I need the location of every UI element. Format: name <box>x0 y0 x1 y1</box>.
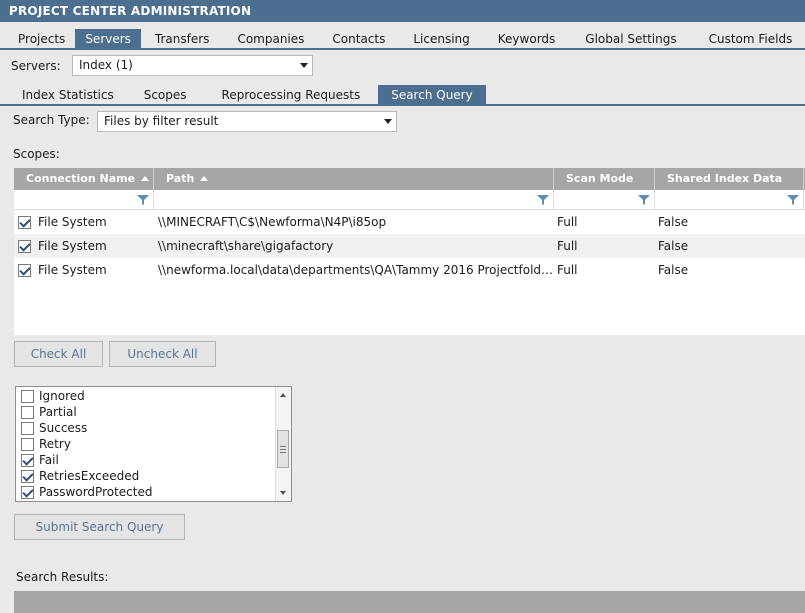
scroll-up-icon[interactable] <box>280 393 286 397</box>
sub-tab-underline <box>0 104 805 106</box>
filter-icon[interactable] <box>787 194 799 206</box>
row-checkbox[interactable] <box>18 216 31 229</box>
scroll-down-icon[interactable] <box>280 491 286 495</box>
tab-custom-fields[interactable]: Custom Fields <box>693 29 805 49</box>
search-results-label: Search Results: <box>16 570 109 584</box>
filter-scan-mode[interactable] <box>554 190 655 209</box>
chevron-down-icon <box>300 63 308 68</box>
tab-companies[interactable]: Companies <box>223 29 318 49</box>
grid-header: Connection Name Path Scan Mode Shared In… <box>14 168 805 190</box>
list-item[interactable]: RetriesExceeded <box>16 468 291 484</box>
status-checkbox[interactable] <box>21 421 34 435</box>
list-item[interactable]: Fail <box>16 452 291 468</box>
tab-contacts[interactable]: Contacts <box>318 29 399 49</box>
main-tab-bar: Projects Servers Transfers Companies Con… <box>8 29 805 49</box>
tab-global-settings[interactable]: Global Settings <box>569 29 692 49</box>
table-row[interactable]: File System \\minecraft\share\gigafactor… <box>14 234 805 258</box>
tab-reprocessing-requests[interactable]: Reprocessing Requests <box>204 85 379 105</box>
tab-index-statistics[interactable]: Index Statistics <box>9 85 127 105</box>
list-item[interactable]: Partial <box>16 404 291 420</box>
shared-index-cell: False <box>658 215 689 229</box>
sort-ascending-icon <box>200 176 209 181</box>
connection-name-cell: File System <box>38 239 107 253</box>
chevron-down-icon <box>384 119 392 124</box>
list-item[interactable]: Success <box>16 420 291 436</box>
connection-name-cell: File System <box>38 215 107 229</box>
status-checkbox[interactable] <box>21 485 34 499</box>
scan-mode-cell: Full <box>557 215 578 229</box>
tab-scopes[interactable]: Scopes <box>127 85 204 105</box>
tab-projects[interactable]: Projects <box>8 29 75 49</box>
filter-icon[interactable] <box>638 194 650 206</box>
search-type-dropdown[interactable]: Files by filter result <box>97 111 397 132</box>
tab-licensing[interactable]: Licensing <box>399 29 483 49</box>
grid-filter-row <box>14 190 805 210</box>
sort-ascending-icon <box>141 176 150 181</box>
scopes-grid: Connection Name Path Scan Mode Shared In… <box>14 168 805 335</box>
tab-transfers[interactable]: Transfers <box>141 29 224 49</box>
check-all-button[interactable]: Check All <box>14 341 103 367</box>
list-item[interactable]: Ignored <box>16 388 291 404</box>
path-cell: \\newforma.local\data\departments\QA\Tam… <box>158 263 554 277</box>
status-checkbox[interactable] <box>21 469 34 483</box>
servers-dropdown-value: Index (1) <box>79 58 133 72</box>
table-row[interactable]: File System \\newforma.local\data\depart… <box>14 258 805 282</box>
search-type-value: Files by filter result <box>104 114 219 128</box>
servers-dropdown[interactable]: Index (1) <box>72 55 313 76</box>
shared-index-cell: False <box>658 263 689 277</box>
submit-search-query-button[interactable]: Submit Search Query <box>14 514 185 540</box>
scroll-thumb[interactable] <box>277 430 289 468</box>
search-type-label: Search Type: <box>13 113 90 127</box>
list-item[interactable]: PasswordProtected <box>16 484 291 500</box>
column-scan-mode[interactable]: Scan Mode <box>554 168 655 190</box>
column-connection-name[interactable]: Connection Name <box>14 168 154 190</box>
list-item[interactable]: Retry <box>16 436 291 452</box>
scan-mode-cell: Full <box>557 263 578 277</box>
filter-shared-index-data[interactable] <box>655 190 804 209</box>
filter-connection-name[interactable] <box>14 190 154 209</box>
uncheck-all-button[interactable]: Uncheck All <box>109 341 216 367</box>
row-checkbox[interactable] <box>18 240 31 253</box>
status-filter-list[interactable]: Ignored Partial Success Retry Fail Retri… <box>15 386 292 502</box>
connection-name-cell: File System <box>38 263 107 277</box>
main-tab-underline <box>0 48 805 50</box>
column-shared-index-data[interactable]: Shared Index Data <box>655 168 804 190</box>
search-results-header <box>14 591 805 613</box>
row-checkbox[interactable] <box>18 264 31 277</box>
path-cell: \\minecraft\share\gigafactory <box>158 239 334 253</box>
tab-servers[interactable]: Servers <box>75 29 141 49</box>
scopes-label: Scopes: <box>13 147 60 161</box>
table-row[interactable]: File System \\MINECRAFT\C$\Newforma\N4P\… <box>14 210 805 234</box>
servers-label: Servers: <box>11 59 61 73</box>
app-title: PROJECT CENTER ADMINISTRATION <box>0 0 805 22</box>
scan-mode-cell: Full <box>557 239 578 253</box>
column-path[interactable]: Path <box>154 168 554 190</box>
status-checkbox[interactable] <box>21 405 34 419</box>
shared-index-cell: False <box>658 239 689 253</box>
status-checkbox[interactable] <box>21 389 34 403</box>
filter-icon[interactable] <box>137 194 149 206</box>
tab-keywords[interactable]: Keywords <box>484 29 570 49</box>
filter-icon[interactable] <box>537 194 549 206</box>
sub-tab-bar: Index Statistics Scopes Reprocessing Req… <box>9 85 486 105</box>
tab-search-query[interactable]: Search Query <box>378 85 486 105</box>
status-checkbox[interactable] <box>21 437 34 451</box>
status-checkbox[interactable] <box>21 453 34 467</box>
filter-path[interactable] <box>154 190 554 209</box>
list-scrollbar[interactable] <box>275 387 291 501</box>
path-cell: \\MINECRAFT\C$\Newforma\N4P\i85op <box>158 215 387 229</box>
